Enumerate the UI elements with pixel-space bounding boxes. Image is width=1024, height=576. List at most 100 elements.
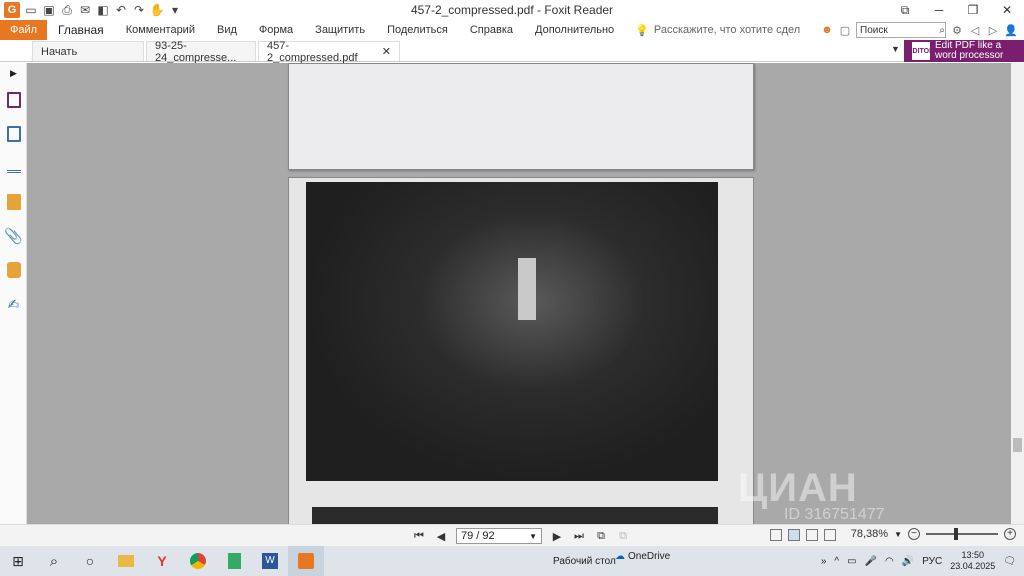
language-indicator[interactable]: РУС <box>922 556 942 567</box>
continuous-icon[interactable] <box>788 529 800 541</box>
volume-icon[interactable]: 🔊 <box>902 556 914 567</box>
word-icon[interactable]: W <box>252 546 288 576</box>
attachments-button[interactable]: 📎 <box>0 219 27 253</box>
forward-icon[interactable]: ▷ <box>986 23 1000 37</box>
status-bar: ⏮ ◀ 79 / 92 ▼ ▶ ⏭ ⧉ ⧉ 78,38% ▼ − + <box>0 524 1024 546</box>
settings-gear-icon[interactable]: ⚙ <box>950 23 964 37</box>
expand-panel-button[interactable]: ▶ <box>0 63 27 83</box>
notifications-icon[interactable]: 🗨 <box>1003 556 1016 567</box>
continuous-facing-icon[interactable] <box>824 529 836 541</box>
zoom-level[interactable]: 78,38% <box>851 528 888 540</box>
page-number-value: 79 / 92 <box>461 530 495 542</box>
previous-view-icon[interactable]: ⧉ <box>594 530 608 543</box>
comment-icon <box>6 194 21 210</box>
back-icon[interactable]: ◁ <box>968 23 982 37</box>
open-folder-icon[interactable]: ▭ <box>24 3 38 17</box>
onedrive-toolbar[interactable]: ☁ OneDrive <box>615 551 670 562</box>
next-view-icon[interactable]: ⧉ <box>616 530 630 543</box>
last-page-icon[interactable]: ⏭ <box>572 530 586 543</box>
tab-list-dropdown-icon[interactable]: ▼ <box>891 44 900 54</box>
layers-button[interactable] <box>0 151 27 185</box>
redo-icon[interactable]: ↷ <box>132 3 146 17</box>
lightbulb-icon: 💡 <box>635 24 649 37</box>
file-explorer-icon[interactable] <box>108 546 144 576</box>
menu-view[interactable]: Вид <box>206 20 248 40</box>
expand-arrow-icon: ▶ <box>10 67 17 78</box>
zoom-out-icon[interactable]: − <box>908 528 920 540</box>
first-page-icon[interactable]: ⏮ <box>412 530 426 543</box>
microphone-icon[interactable]: 🎤 <box>865 556 877 567</box>
tab-label: Начать <box>41 45 78 58</box>
vertical-scrollbar[interactable] <box>1011 63 1024 524</box>
menu-share[interactable]: Поделиться <box>376 20 459 40</box>
zoom-in-icon[interactable]: + <box>1004 528 1016 540</box>
menu-comment[interactable]: Комментарий <box>115 20 206 40</box>
comments-button[interactable] <box>0 185 27 219</box>
yandex-browser-icon[interactable]: Y <box>144 546 180 576</box>
zoom-dropdown-icon[interactable]: ▼ <box>894 530 902 539</box>
facing-icon[interactable] <box>806 529 818 541</box>
pages-button[interactable] <box>0 117 27 151</box>
menu-extra[interactable]: Дополнительно <box>524 20 625 40</box>
save-icon[interactable]: ▣ <box>42 3 56 17</box>
restore-button[interactable]: ❐ <box>956 0 990 20</box>
onedrive-label: OneDrive <box>628 551 671 562</box>
show-hidden-icon[interactable]: ^ <box>834 556 839 567</box>
close-window-button[interactable]: ✕ <box>990 0 1024 20</box>
chat-icon[interactable]: ▢ <box>838 23 852 37</box>
quick-access-toolbar: G ▭ ▣ ⎙ ✉ ◧ ↶ ↷ ✋ ▾ <box>0 0 182 20</box>
battery-icon[interactable]: ▭ <box>847 556 856 567</box>
search-input[interactable]: Поиск ⌕ <box>856 22 946 38</box>
menu-home[interactable]: Главная <box>47 20 115 40</box>
windows-start-icon[interactable]: ⊞ <box>0 546 36 576</box>
tell-me-text: Расскажите, что хотите сдел <box>653 24 801 36</box>
minimize-button[interactable]: ─ <box>922 0 956 20</box>
document-viewport[interactable] <box>27 63 1011 524</box>
print-icon[interactable]: ⎙ <box>60 3 74 17</box>
zoom-slider-knob[interactable] <box>954 528 958 540</box>
next-page-icon[interactable]: ▶ <box>550 530 564 543</box>
calculator-icon[interactable] <box>216 546 252 576</box>
page-number-field[interactable]: 79 / 92 ▼ <box>456 528 542 544</box>
single-page-icon[interactable] <box>770 529 782 541</box>
clock[interactable]: 13:50 23.04.2025 <box>950 550 995 572</box>
page-dropdown-icon[interactable]: ▼ <box>529 532 537 541</box>
menu-help[interactable]: Справка <box>459 20 524 40</box>
previous-page-icon[interactable]: ◀ <box>434 530 448 543</box>
bookmarks-button[interactable] <box>0 83 27 117</box>
hand-tool-icon[interactable]: ✋ <box>150 3 165 17</box>
undo-icon[interactable]: ↶ <box>114 3 128 17</box>
search-icon[interactable]: ⌕ <box>939 25 945 36</box>
signatures-button[interactable]: ✍ <box>0 287 27 321</box>
ribbon-menu: Файл Главная Комментарий Вид Форма Защит… <box>0 20 1024 40</box>
wifi-icon[interactable]: ◠ <box>885 556 894 567</box>
scrollbar-thumb[interactable] <box>1013 438 1022 452</box>
security-button[interactable] <box>0 253 27 287</box>
tab-doc-457[interactable]: 457-2_compressed.pdf ✕ <box>258 39 400 64</box>
feedback-icon[interactable]: ☻ <box>820 23 834 37</box>
edit-pdf-promo-button[interactable]: EDITOR Edit PDF like a word processor <box>904 40 1024 62</box>
menu-protect[interactable]: Защитить <box>304 20 376 40</box>
ribbon-options-icon[interactable]: ⧉ <box>888 0 922 20</box>
email-icon[interactable]: ✉ <box>78 3 92 17</box>
search-taskbar-icon[interactable]: ⌕ <box>36 546 72 576</box>
tell-me-box[interactable]: 💡 Расскажите, что хотите сдел <box>635 24 800 37</box>
task-view-icon[interactable]: ○ <box>72 546 108 576</box>
tab-label: 457-2_compressed.pdf <box>267 39 358 64</box>
user-account-icon[interactable]: 👤 <box>1004 23 1018 37</box>
file-menu-button[interactable]: Файл <box>0 20 47 40</box>
zoom-slider[interactable] <box>926 528 998 540</box>
tab-label: 93-25-24_compresse... <box>155 39 237 64</box>
foxit-taskbar-icon[interactable] <box>288 546 324 576</box>
customize-dropdown-icon[interactable]: ▾ <box>168 3 182 17</box>
desktop-toolbar-label[interactable]: Рабочий стол <box>553 556 616 567</box>
tab-start[interactable]: Начать <box>32 41 144 61</box>
tab-doc-93[interactable]: 93-25-24_compresse... <box>146 39 256 64</box>
chrome-icon[interactable] <box>180 546 216 576</box>
tray-overflow-icon[interactable]: » <box>821 556 827 567</box>
pdf-icon[interactable]: ◧ <box>96 3 110 17</box>
menu-form[interactable]: Форма <box>248 20 304 40</box>
zoom-controls: 78,38% ▼ − + <box>851 528 1016 540</box>
pages-icon <box>6 126 21 142</box>
close-tab-icon[interactable]: ✕ <box>382 45 391 58</box>
